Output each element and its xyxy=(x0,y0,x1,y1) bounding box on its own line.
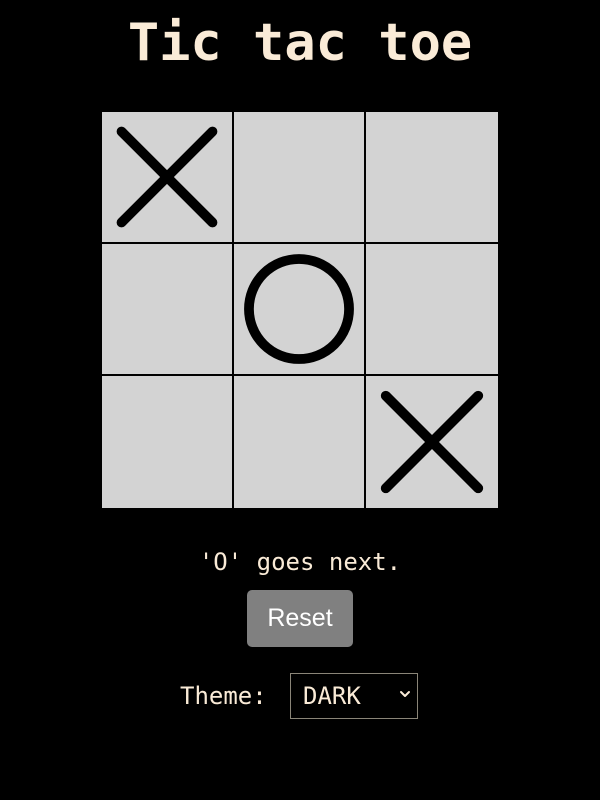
game-board xyxy=(102,112,498,508)
game-status: 'O' goes next. xyxy=(198,548,402,576)
reset-button[interactable]: Reset xyxy=(247,590,353,647)
theme-row: Theme: DARK xyxy=(0,672,600,720)
o-mark-icon xyxy=(244,254,354,364)
board-cell-4[interactable] xyxy=(234,244,366,376)
theme-selected-value: DARK xyxy=(303,682,361,710)
board-cell-5[interactable] xyxy=(366,244,498,376)
board-cell-0[interactable] xyxy=(102,112,234,244)
board-cell-7[interactable] xyxy=(234,376,366,508)
x-mark-icon xyxy=(380,390,484,494)
board-cell-6[interactable] xyxy=(102,376,234,508)
theme-label: Theme: xyxy=(180,682,267,710)
game-page: Tic tac toe 'O' goes next. Reset Theme: … xyxy=(0,0,600,800)
x-mark-icon xyxy=(116,126,218,228)
chevron-down-icon xyxy=(400,691,410,697)
page-title: Tic tac toe xyxy=(127,13,473,73)
board-cell-8[interactable] xyxy=(366,376,498,508)
board-cell-1[interactable] xyxy=(234,112,366,244)
theme-select[interactable]: DARK xyxy=(290,673,418,719)
board-cell-3[interactable] xyxy=(102,244,234,376)
board-cell-2[interactable] xyxy=(366,112,498,244)
